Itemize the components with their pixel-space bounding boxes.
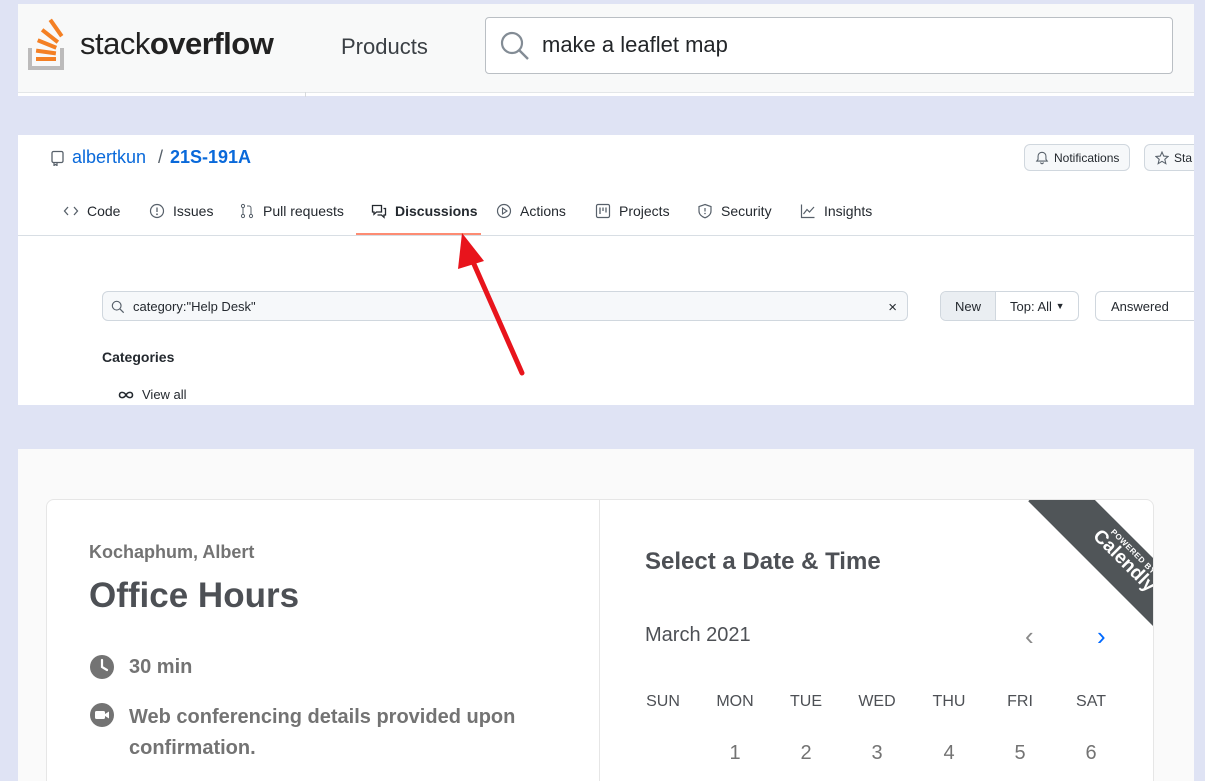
calendar-month: March 2021 xyxy=(645,624,751,646)
date-cell: 3 xyxy=(871,742,883,764)
repo-icon xyxy=(51,150,64,166)
tab-pull-requests[interactable]: Pull requests xyxy=(239,203,344,219)
repo-separator: / xyxy=(158,147,164,167)
conferencing-line-2: confirmation. xyxy=(129,737,256,759)
date-cell: 6 xyxy=(1085,742,1097,764)
issue-icon xyxy=(149,203,165,219)
tab-code-label: Code xyxy=(87,203,121,219)
clear-filter-icon[interactable]: × xyxy=(888,299,897,316)
tab-discussions-label: Discussions xyxy=(395,203,478,219)
event-conferencing-text: Web conferencing details provided upon c… xyxy=(129,702,515,764)
infinity-icon xyxy=(118,391,134,398)
event-conferencing: Web conferencing details provided upon c… xyxy=(89,702,559,764)
red-annotation-arrow xyxy=(458,233,525,376)
weekday-mon: MON xyxy=(716,693,754,710)
tab-security-label: Security xyxy=(721,203,772,219)
categories-heading: Categories xyxy=(102,349,175,365)
date-cell: 1 xyxy=(729,742,741,764)
event-duration: 30 min xyxy=(89,654,192,680)
tab-insights-label: Insights xyxy=(824,203,873,219)
clock-icon xyxy=(90,655,114,679)
repo-nav-tabs: Code Issues Pull requests Discussions Ac… xyxy=(18,195,1194,236)
date-cell: 4 xyxy=(943,742,955,764)
pull-request-icon xyxy=(240,203,254,219)
weekday-sat: SAT xyxy=(1076,693,1106,710)
tab-pull-requests-label: Pull requests xyxy=(263,203,344,219)
weekday-tue: TUE xyxy=(790,693,822,710)
view-all-link[interactable]: View all xyxy=(118,387,187,402)
play-icon xyxy=(496,203,512,219)
video-camera-icon xyxy=(90,703,114,727)
github-panel: albertkun / 21S-191A Notifications Sta C… xyxy=(18,135,1194,405)
event-title: Office Hours xyxy=(89,576,300,615)
tab-discussions[interactable]: Discussions xyxy=(371,203,477,219)
shield-icon xyxy=(698,203,712,219)
search-icon xyxy=(111,300,125,314)
tab-code[interactable]: Code xyxy=(63,203,120,219)
stackoverflow-wordmark: stackoverflow xyxy=(80,26,274,61)
notifications-button[interactable]: Notifications xyxy=(1024,144,1131,171)
tab-security[interactable]: Security xyxy=(697,203,772,219)
repo-owner-link[interactable]: albertkun xyxy=(72,147,146,168)
weekday-fri: FRI xyxy=(1007,693,1033,710)
event-duration-text: 30 min xyxy=(129,656,193,678)
card-divider xyxy=(599,500,600,781)
star-icon xyxy=(1155,150,1169,165)
code-icon xyxy=(63,206,79,216)
tab-actions-label: Actions xyxy=(520,203,566,219)
star-label: Sta xyxy=(1174,150,1193,165)
tab-insights[interactable]: Insights xyxy=(800,203,872,219)
search-input[interactable] xyxy=(542,32,1142,58)
calendly-panel: Kochaphum, Albert Office Hours 30 min We… xyxy=(18,449,1194,781)
tab-issues-label: Issues xyxy=(173,203,214,219)
weekday-thu: THU xyxy=(932,693,966,710)
sort-group: New Top: All ▼ xyxy=(940,291,1080,321)
graph-icon xyxy=(800,204,815,219)
notifications-label: Notifications xyxy=(1054,150,1120,165)
products-menu[interactable]: Products xyxy=(341,34,428,60)
view-all-label: View all xyxy=(142,387,187,402)
discussions-icon xyxy=(371,204,387,219)
select-date-heading: Select a Date & Time xyxy=(645,548,881,575)
weekday-sun: SUN xyxy=(646,693,680,710)
date-cell: 5 xyxy=(1014,742,1026,764)
stackoverflow-panel: stackoverflow Products xyxy=(18,4,1194,97)
powered-by-calendly-badge[interactable]: POWERED BY Calendly xyxy=(1003,500,1153,650)
sort-top-dropdown[interactable]: Top: All ▼ xyxy=(996,292,1078,320)
search-icon xyxy=(500,31,529,60)
search-box[interactable] xyxy=(485,17,1173,74)
weekday-wed: WED xyxy=(858,693,896,710)
tab-projects[interactable]: Projects xyxy=(595,203,670,219)
stackoverflow-topbar: stackoverflow Products xyxy=(18,4,1194,93)
sort-top-label: Top: All xyxy=(1010,298,1052,314)
repo-name-link[interactable]: 21S-191A xyxy=(170,147,251,168)
caret-down-icon: ▼ xyxy=(1055,301,1065,311)
topbar-divider xyxy=(305,92,306,97)
calendly-booking-card: Kochaphum, Albert Office Hours 30 min We… xyxy=(46,499,1154,781)
calendly-ribbon: POWERED BY Calendly xyxy=(1028,500,1153,650)
star-button[interactable]: Sta xyxy=(1144,144,1194,171)
tab-actions[interactable]: Actions xyxy=(496,203,566,219)
ribbon-calendly: Calendly xyxy=(1088,525,1153,597)
event-owner: Kochaphum, Albert xyxy=(89,542,255,562)
conferencing-line-1: Web conferencing details provided upon xyxy=(129,706,516,728)
stackoverflow-logo-icon xyxy=(28,18,64,70)
project-icon xyxy=(595,203,611,219)
tab-projects-label: Projects xyxy=(619,203,670,219)
date-cell: 2 xyxy=(800,742,812,764)
tab-issues[interactable]: Issues xyxy=(149,203,213,219)
stackoverflow-logo[interactable]: stackoverflow xyxy=(28,14,303,76)
bell-icon xyxy=(1035,151,1049,164)
answered-filter-button[interactable]: Answered xyxy=(1095,291,1194,321)
sort-new-button[interactable]: New xyxy=(941,292,997,320)
